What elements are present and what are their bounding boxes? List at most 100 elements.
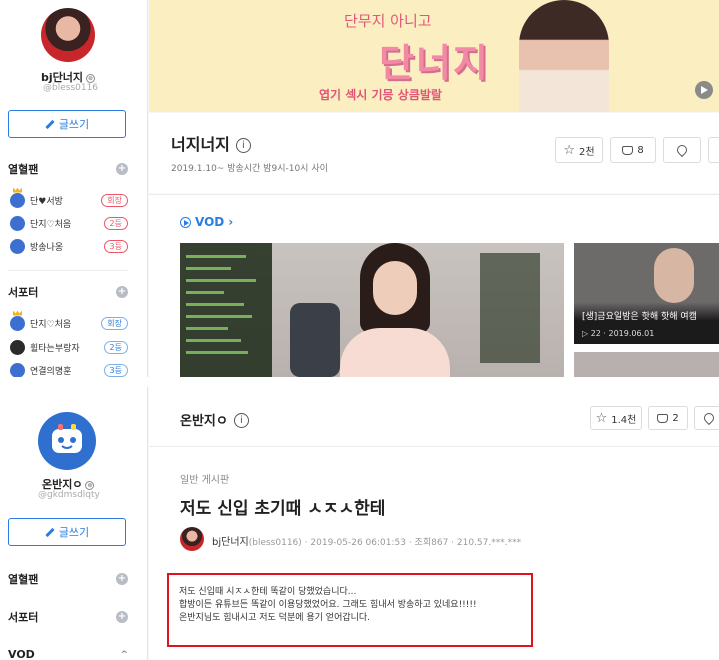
- rank-badge: 회장: [101, 193, 128, 207]
- star-icon: ☆: [563, 142, 576, 158]
- supporter-avatar: [10, 362, 25, 377]
- station-title-text: 너지너지: [171, 135, 230, 154]
- pin-icon: [674, 142, 690, 158]
- supporter-section-title: 서포터: [8, 286, 39, 299]
- fan-avatar: [10, 192, 25, 208]
- chevron-right-icon: ›: [228, 215, 234, 229]
- station-banner: 단무지 아니고 단너지 엽기 섹시 기믕 상큼발랄: [149, 0, 719, 112]
- streamer-avatar[interactable]: [41, 8, 95, 62]
- post-body-line: 합방이든 유튜브든 똑같이 이용당했었어요. 그래도 힘내서 방송하고 있네요!…: [179, 600, 477, 610]
- station-description: 2019.1.10~ 방송시간 밤9시-10시 사이: [171, 164, 328, 174]
- supporter-list-item[interactable]: 연결의명훈 3등: [10, 361, 128, 377]
- supporter-list-item[interactable]: 휠타는부랑자 2등: [10, 338, 128, 356]
- supporter-avatar: [10, 315, 25, 331]
- vod-section-header[interactable]: VOD ›: [180, 215, 233, 229]
- thumbnail-chat-overlay: [180, 243, 272, 377]
- cup-button[interactable]: 8: [610, 137, 656, 163]
- star-icon: ☆: [595, 410, 608, 426]
- post-body-highlight: 저도 신입때 시ㅈㅅ한테 똑같이 당했었습니다... 합방이든 유튜브든 똑같이…: [167, 573, 533, 647]
- banner-title: 단너지: [379, 41, 490, 85]
- lock-icon: ⊚: [85, 480, 95, 490]
- fan-list-item[interactable]: 방송나옹 3등: [10, 237, 128, 255]
- favorite-count: 2천: [579, 146, 595, 158]
- more-button[interactable]: [708, 137, 719, 163]
- station-title: 너지너지 i: [171, 131, 251, 155]
- write-post-label: 글쓰기: [58, 118, 90, 131]
- fan-avatar: [10, 215, 25, 231]
- plus-icon[interactable]: +: [116, 611, 128, 623]
- supporter-name: 단지♡처음: [30, 319, 72, 330]
- post-category[interactable]: 일반 게시판: [180, 471, 229, 486]
- plus-icon[interactable]: +: [116, 286, 128, 298]
- rank-badge: 2등: [103, 340, 128, 354]
- fan-avatar: [10, 238, 25, 254]
- youtube-icon[interactable]: [695, 81, 713, 99]
- pencil-icon: [45, 527, 55, 537]
- location-button[interactable]: [663, 137, 701, 163]
- vod-section-title: VOD: [8, 648, 35, 660]
- favorite-count: 1.4천: [611, 414, 637, 426]
- fan-section-header: 열혈팬 +: [8, 571, 128, 587]
- top-sidebar: bj단너지 ⊚ @bless0116 글쓰기 열혈팬 + 단♥서방 회장 단지♡처…: [0, 0, 148, 377]
- pin-icon: [701, 410, 717, 426]
- thumbnail-person: [654, 248, 694, 303]
- cup-icon: [622, 145, 634, 155]
- write-post-button[interactable]: 글쓰기: [8, 518, 126, 546]
- thumbnail-person: [340, 243, 450, 377]
- info-icon[interactable]: i: [235, 138, 251, 153]
- vod-thumbnail-side[interactable]: [생]금요일밤은 핫해 핫해 여캠 ▷ 22 · 2019.06.01: [574, 243, 719, 344]
- sidebar-divider: [8, 270, 128, 271]
- write-post-label: 글쓰기: [58, 526, 90, 539]
- pencil-icon: [45, 119, 55, 129]
- cup-count: 8: [637, 144, 644, 156]
- favorite-button[interactable]: ☆ 2천: [555, 137, 603, 163]
- fan-name: 단지♡처음: [30, 219, 72, 230]
- fan-list-item[interactable]: 단지♡처음 2등: [10, 214, 128, 232]
- location-button[interactable]: [694, 406, 719, 430]
- favorite-button[interactable]: ☆ 1.4천: [590, 406, 642, 430]
- rank-badge: 2등: [103, 216, 128, 230]
- station-title-text: 온반지ㅇ: [180, 414, 228, 429]
- content-divider: [149, 446, 719, 447]
- author-name[interactable]: bj단너지: [212, 537, 249, 548]
- station-header-card: 너지너지 i 2019.1.10~ 방송시간 밤9시-10시 사이 ☆ 2천 8: [149, 113, 719, 193]
- info-icon[interactable]: i: [233, 413, 249, 428]
- streamer-avatar[interactable]: [38, 412, 96, 470]
- post-author-meta: bj단너지(bless0116) · 2019-05-26 06:01:53 ·…: [212, 533, 521, 548]
- vod-section-header: VOD ^: [8, 648, 128, 660]
- thumbnail-chat-overlay-right: [480, 253, 540, 363]
- post-body-line: 온반지님도 힘내시고 저도 덕분에 용기 얻어갑니다.: [179, 613, 371, 623]
- chevron-up-icon[interactable]: ^: [120, 650, 128, 660]
- vod-thumbnail-next[interactable]: [574, 352, 719, 377]
- author-avatar[interactable]: [180, 527, 204, 551]
- banner-subtitle: 엽기 섹시 기믕 상큼발랄: [319, 88, 442, 102]
- cup-count: 2: [672, 412, 679, 424]
- cup-button[interactable]: 2: [648, 406, 688, 430]
- streamer-id: @gkdmsdlqty: [38, 490, 100, 500]
- banner-line: 단무지 아니고: [344, 12, 432, 30]
- post-title: 저도 신입 초기때 ㅅㅈㅅ한테: [180, 499, 386, 519]
- post-meta: · 2019-05-26 06:01:53 · 조회867 · 210.57.*…: [304, 538, 522, 548]
- plus-icon[interactable]: +: [116, 163, 128, 175]
- supporter-list-item[interactable]: 단지♡처음 회장: [10, 314, 128, 332]
- tv-logo-icon: [52, 424, 82, 453]
- vod-meta: ▷ 22 · 2019.06.01: [582, 329, 655, 338]
- screenshot-divider: [0, 377, 719, 387]
- rank-badge: 3등: [103, 239, 128, 253]
- fan-list-item[interactable]: 단♥서방 회장: [10, 191, 128, 209]
- fan-section-header: 열혈팬 +: [8, 161, 128, 177]
- banner-photo: [519, 0, 609, 112]
- vod-title: [생]금요일밤은 핫해 핫해 여캠: [582, 312, 697, 322]
- vod-thumbnail-main[interactable]: [180, 243, 564, 377]
- fan-name: 방송나옹: [30, 242, 64, 253]
- rank-badge: 3등: [103, 363, 128, 377]
- write-post-button[interactable]: 글쓰기: [8, 110, 126, 138]
- fan-section-title: 열혈팬: [8, 163, 39, 176]
- lock-icon: ⊚: [86, 73, 96, 83]
- supporter-avatar: [10, 339, 25, 355]
- supporter-name: 휠타는부랑자: [30, 343, 80, 354]
- streamer-id: @bless0116: [43, 83, 99, 93]
- author-id: (bless0116): [248, 538, 302, 548]
- rank-badge: 회장: [101, 316, 128, 330]
- plus-icon[interactable]: +: [116, 573, 128, 585]
